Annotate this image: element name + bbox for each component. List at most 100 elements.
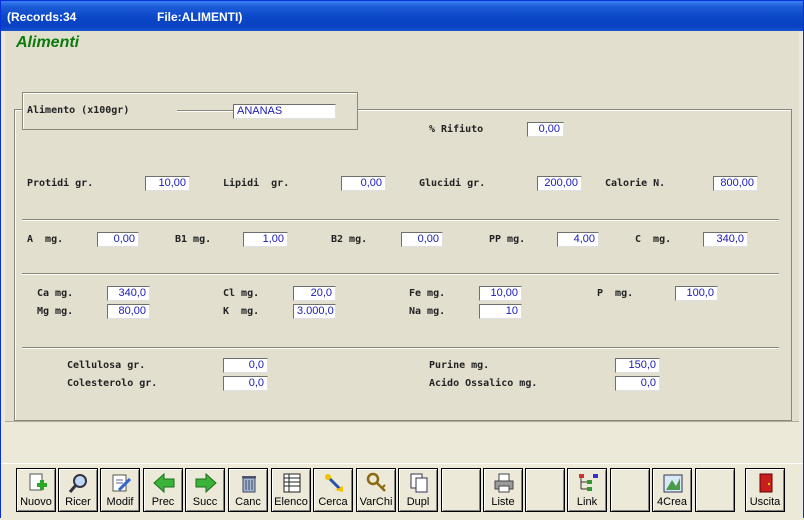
dupl-label: Dupl <box>406 496 430 508</box>
varchi-label: VarChi <box>359 496 393 508</box>
elenco-button[interactable]: Elenco <box>271 468 311 512</box>
vit-c-label: C mg. <box>635 234 672 245</box>
p-field[interactable]: 100,0 <box>675 286 718 301</box>
canc-label: Canc <box>235 496 261 508</box>
empty-button[interactable] <box>441 468 481 512</box>
alimento-connector-line <box>177 110 233 112</box>
colesterolo-field[interactable]: 0,0 <box>223 376 268 391</box>
vit-b1-label: B1 mg. <box>175 234 212 245</box>
glucidi-label: Glucidi gr. <box>419 178 486 189</box>
ca-label: Ca mg. <box>37 288 74 299</box>
nuovo-label: Nuovo <box>20 496 52 508</box>
trash-icon <box>242 476 256 493</box>
glucidi-field[interactable]: 200,00 <box>537 176 582 191</box>
fe-label: Fe mg. <box>409 288 446 299</box>
vit-pp-label: PP mg. <box>489 234 526 245</box>
ricer-button[interactable]: Ricer <box>58 468 98 512</box>
ricer-label: Ricer <box>65 496 91 508</box>
k-label: K mg. <box>223 306 260 317</box>
vit-a-label: A mg. <box>27 234 64 245</box>
vit-b1-field[interactable]: 1,00 <box>243 232 288 247</box>
form-groupbox <box>14 109 792 421</box>
dupl-button[interactable]: Dupl <box>398 468 438 512</box>
page-title: Alimenti <box>16 34 80 51</box>
records-count: (Records:34 <box>7 10 77 24</box>
liste-label: Liste <box>491 496 515 508</box>
link-button[interactable]: Link <box>567 468 607 512</box>
p-label: P mg. <box>597 288 634 299</box>
acido-ossalico-label: Acido Ossalico mg. <box>429 378 538 389</box>
cellulosa-label: Cellulosa gr. <box>67 360 146 371</box>
purine-label: Purine mg. <box>429 360 490 371</box>
separator <box>22 347 779 349</box>
cl-field[interactable]: 20,0 <box>293 286 336 301</box>
protidi-label: Protidi gr. <box>27 178 94 189</box>
modif-label: Modif <box>106 496 134 508</box>
list-icon <box>283 473 301 493</box>
separator <box>22 273 779 275</box>
vit-b2-field[interactable]: 0,00 <box>401 232 443 247</box>
uscita-button[interactable]: Uscita <box>745 468 785 512</box>
uscita-label: Uscita <box>749 496 781 508</box>
keys-icon <box>366 472 386 492</box>
crea-button[interactable]: 4Crea <box>652 468 692 512</box>
lipidi-field[interactable]: 0,00 <box>341 176 386 191</box>
modif-button[interactable]: Modif <box>100 468 140 512</box>
prec-label: Prec <box>151 496 175 508</box>
acido-ossalico-field[interactable]: 0,0 <box>615 376 660 391</box>
edit-document-icon <box>112 474 132 492</box>
calorie-label: Calorie N. <box>605 178 666 189</box>
colesterolo-label: Colesterolo gr. <box>67 378 158 389</box>
link-label: Link <box>576 496 598 508</box>
arrow-left-icon <box>153 472 175 494</box>
fe-field[interactable]: 10,00 <box>479 286 522 301</box>
k-field[interactable]: 3.000,0 <box>293 304 336 319</box>
arrow-right-icon <box>195 472 217 494</box>
purine-field[interactable]: 150,0 <box>615 358 660 373</box>
vit-b2-label: B2 mg. <box>331 234 368 245</box>
create-icon <box>663 474 683 493</box>
na-field[interactable]: 10 <box>479 304 522 319</box>
duplicate-icon <box>410 473 428 493</box>
empty-button[interactable] <box>695 468 735 512</box>
prec-button[interactable]: Prec <box>143 468 183 512</box>
cerca-button[interactable]: Cerca <box>313 468 353 512</box>
succ-button[interactable]: Succ <box>185 468 225 512</box>
liste-button[interactable]: Liste <box>483 468 523 512</box>
mg-field[interactable]: 80,00 <box>107 304 150 319</box>
exit-door-icon <box>759 473 773 493</box>
vit-a-field[interactable]: 0,00 <box>97 232 139 247</box>
mg-label: Mg mg. <box>37 306 74 317</box>
cellulosa-field[interactable]: 0,0 <box>223 358 268 373</box>
file-name: File:ALIMENTI) <box>157 10 243 24</box>
rifiuto-field[interactable]: 0,00 <box>527 122 564 137</box>
magnifier-icon <box>68 474 87 493</box>
vit-c-field[interactable]: 340,0 <box>703 232 748 247</box>
vit-pp-field[interactable]: 4,00 <box>557 232 599 247</box>
protidi-field[interactable]: 10,00 <box>145 176 190 191</box>
link-tree-icon <box>579 474 598 491</box>
alimento-label: Alimento (x100gr) <box>27 105 130 116</box>
cl-label: Cl mg. <box>223 288 260 299</box>
empty-button[interactable] <box>525 468 565 512</box>
empty-button[interactable] <box>610 468 650 512</box>
lipidi-label: Lipidi gr. <box>223 178 290 189</box>
elenco-label: Elenco <box>274 496 308 508</box>
title-bar[interactable]: (Records:34 File:ALIMENTI) <box>1 1 803 31</box>
cerca-label: Cerca <box>318 496 348 508</box>
new-document-icon <box>29 473 47 491</box>
succ-label: Succ <box>192 496 218 508</box>
crea-label: 4Crea <box>657 496 687 508</box>
calorie-field[interactable]: 800,00 <box>713 176 758 191</box>
canc-button[interactable]: Canc <box>228 468 268 512</box>
printer-icon <box>494 473 514 493</box>
rifiuto-label: % Rifiuto <box>429 124 484 135</box>
na-label: Na mg. <box>409 306 446 317</box>
varchi-button[interactable]: VarChi <box>356 468 396 512</box>
nuovo-button[interactable]: Nuovo <box>16 468 56 512</box>
main-window: (Records:34 File:ALIMENTI) Alimenti Alim… <box>0 0 804 520</box>
alimento-field[interactable]: ANANAS <box>233 104 336 119</box>
separator <box>22 219 779 221</box>
search-wand-icon <box>325 474 343 492</box>
ca-field[interactable]: 340,0 <box>107 286 150 301</box>
